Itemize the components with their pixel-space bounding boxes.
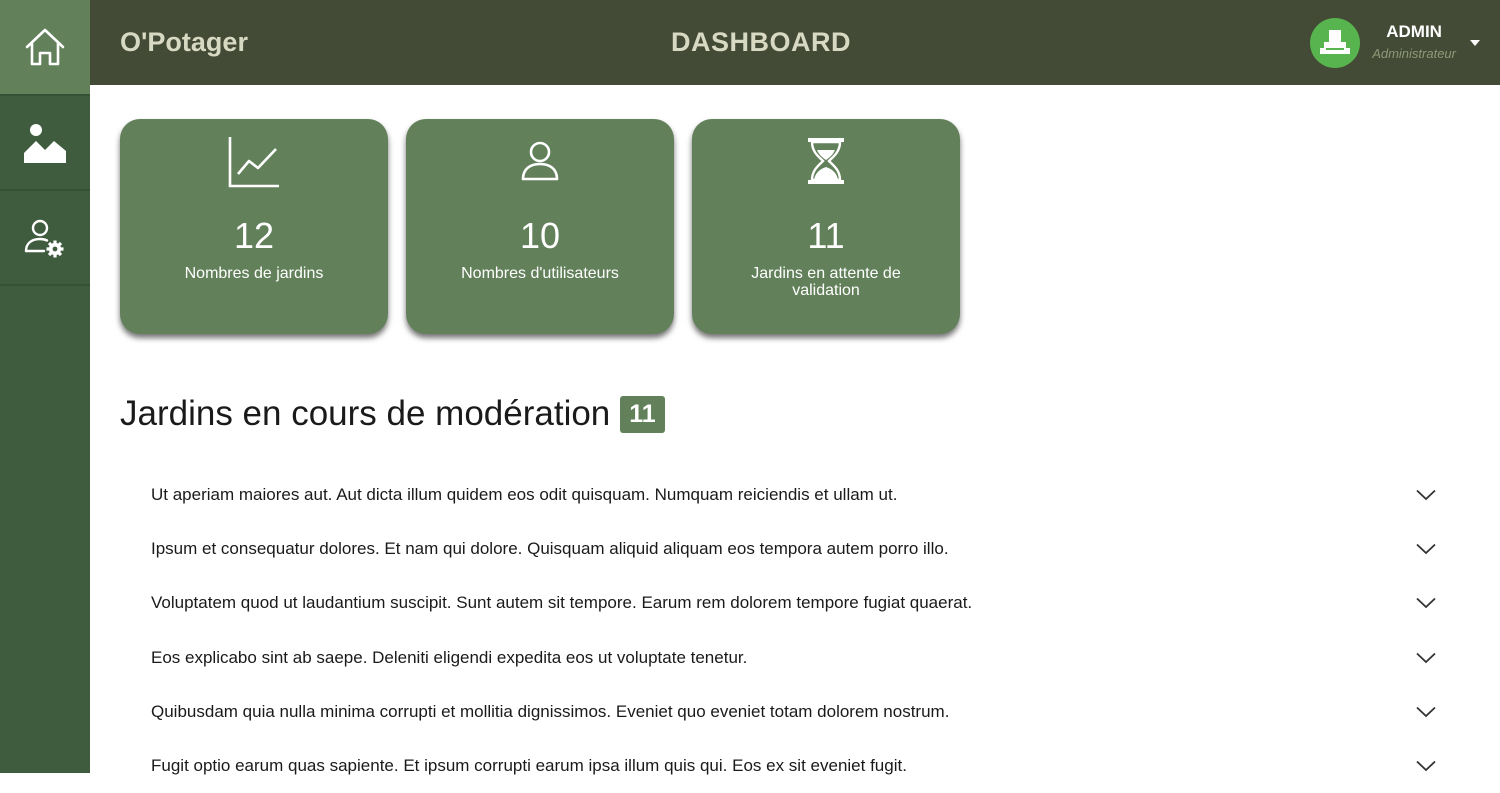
- count-badge: 11: [620, 395, 665, 433]
- chart-line-icon: [228, 137, 279, 188]
- moderation-heading: Jardins en cours de modération 11: [120, 394, 665, 434]
- chevron-down-icon[interactable]: [1416, 597, 1436, 609]
- user-role: Administrateur: [1372, 46, 1456, 61]
- section-title: Jardins en cours de modération: [120, 394, 611, 433]
- moderation-list: Ut aperiam maiores aut. Aut dicta illum …: [120, 468, 1460, 793]
- home-icon: [25, 28, 65, 66]
- list-item-text: Voluptatem quod ut laudantium suscipit. …: [151, 593, 973, 613]
- stat-label: Nombres de jardins: [184, 265, 324, 282]
- stat-card-users: 10 Nombres d'utilisateurs: [406, 119, 674, 334]
- list-item[interactable]: Quibusdam quia nulla minima corrupti et …: [120, 685, 1460, 739]
- sidebar-item-home[interactable]: [0, 0, 90, 96]
- stat-value: 12: [233, 215, 275, 256]
- chevron-down-icon[interactable]: [1416, 489, 1436, 501]
- list-item-text: Fugit optio earum quas sapiente. Et ipsu…: [151, 756, 907, 776]
- chevron-down-icon[interactable]: [1416, 706, 1436, 718]
- sidebar: [0, 0, 90, 773]
- stat-card-gardens: 12 Nombres de jardins: [120, 119, 388, 334]
- list-item[interactable]: Ipsum et consequatur dolores. Et nam qui…: [120, 522, 1460, 576]
- user-icon: [521, 141, 559, 181]
- list-item-text: Quibusdam quia nulla minima corrupti et …: [151, 701, 950, 721]
- stat-value: 10: [519, 215, 561, 256]
- stat-card-pending: 11 Jardins en attente de validation: [692, 119, 960, 334]
- chevron-down-icon[interactable]: [1416, 760, 1436, 772]
- user-settings-icon: [24, 219, 64, 257]
- list-item[interactable]: Voluptatem quod ut laudantium suscipit. …: [120, 576, 1460, 630]
- image-icon: [24, 123, 66, 163]
- list-item[interactable]: Eos explicabo sint ab saepe. Deleniti el…: [120, 631, 1460, 685]
- list-item[interactable]: Ut aperiam maiores aut. Aut dicta illum …: [120, 468, 1460, 522]
- stat-label: Nombres d'utilisateurs: [461, 265, 619, 282]
- caret-down-icon[interactable]: [1470, 40, 1480, 46]
- stat-label: Jardins en attente de validation: [751, 265, 901, 299]
- list-item[interactable]: Fugit optio earum quas sapiente. Et ipsu…: [120, 739, 1460, 793]
- user-menu[interactable]: ADMIN Administrateur: [1310, 17, 1480, 69]
- chevron-down-icon[interactable]: [1416, 543, 1436, 555]
- top-header: O'Potager DASHBOARD ADMIN Administrateur: [90, 0, 1500, 85]
- list-item-text: Ut aperiam maiores aut. Aut dicta illum …: [151, 485, 898, 505]
- user-name: ADMIN: [1386, 22, 1442, 41]
- sidebar-item-user-settings[interactable]: [0, 191, 90, 286]
- hourglass-icon: [808, 138, 844, 184]
- list-item-text: Ipsum et consequatur dolores. Et nam qui…: [151, 539, 949, 559]
- list-item-text: Eos explicabo sint ab saepe. Deleniti el…: [151, 647, 748, 667]
- avatar-icon: [1320, 30, 1351, 54]
- avatar: [1310, 18, 1361, 68]
- page-title: DASHBOARD: [671, 27, 851, 57]
- stat-value: 11: [807, 215, 845, 256]
- chevron-down-icon[interactable]: [1416, 652, 1436, 664]
- sidebar-item-gardens[interactable]: [0, 96, 90, 191]
